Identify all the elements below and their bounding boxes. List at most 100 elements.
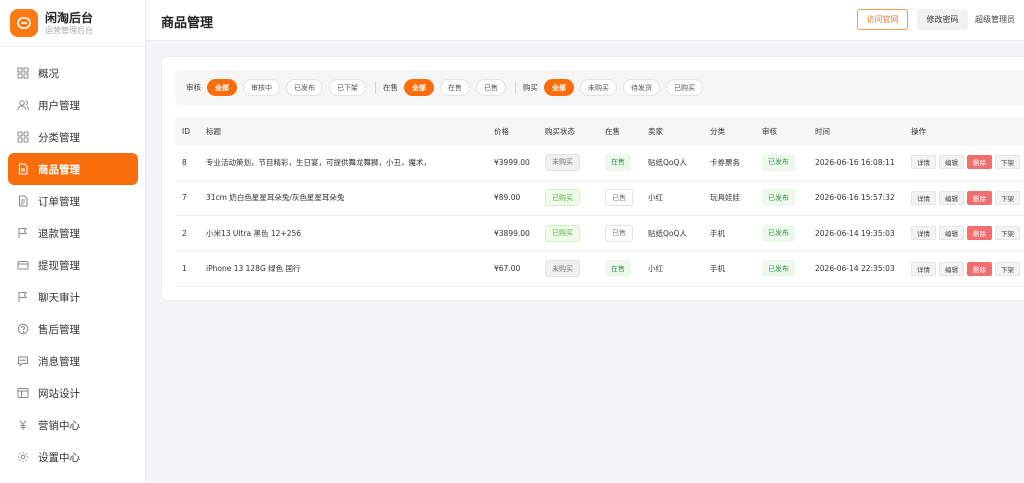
sidebar-item[interactable]: 售后管理 xyxy=(0,313,146,345)
edit-button[interactable]: 编辑 xyxy=(939,155,964,170)
sidebar-item-label: 聊天审计 xyxy=(38,291,80,304)
purchase-status-badge: 已购买 xyxy=(545,224,580,242)
sidebar-item-label: 订单管理 xyxy=(38,195,80,208)
audit-filter-option[interactable]: 已下架 xyxy=(329,79,366,96)
user-role[interactable]: 超级管理员 xyxy=(975,14,1015,25)
sidebar-item[interactable]: 退款管理 xyxy=(0,217,146,249)
offline-button[interactable]: 下架 xyxy=(995,261,1020,276)
offline-button[interactable]: 下架 xyxy=(995,155,1020,170)
row-category: 手机 xyxy=(710,264,725,274)
row-id: 7 xyxy=(182,193,187,203)
sidebar-item-label: 分类管理 xyxy=(38,131,80,144)
purchase-filter-option[interactable]: 已购买 xyxy=(666,79,703,96)
wallet-icon xyxy=(17,259,29,271)
detail-button[interactable]: 详情 xyxy=(911,261,936,276)
row-title: 小米13 Ultra 黑色 12+256 xyxy=(206,228,302,238)
sidebar-item[interactable]: 提现管理 xyxy=(0,249,146,281)
sidebar-item[interactable]: 概况 xyxy=(0,57,146,89)
category-icon xyxy=(17,131,29,143)
edit-button[interactable]: 编辑 xyxy=(939,190,964,205)
table-header: ID 标题 价格 购买状态 在售 卖家 分类 审核 时间 操作 xyxy=(175,117,1024,145)
column-header: 时间 xyxy=(815,126,830,136)
grid-icon xyxy=(17,67,29,79)
stock-status-badge: 已售 xyxy=(605,224,633,242)
stock-filter-option[interactable]: 在售 xyxy=(440,79,470,96)
sidebar: 闲淘后台 运营管理后台 概况用户管理分类管理商品管理订单管理退款管理提现管理聊天… xyxy=(0,0,146,483)
row-time: 2026-06-16 15:57:32 xyxy=(815,193,895,203)
content-card: 审核 全部 审核中 已发布 已下架 在售 全部 在售 已售 购买 全部 未购买 … xyxy=(161,56,1024,301)
audit-status-badge: 已发布 xyxy=(762,153,795,171)
delete-button[interactable]: 删除 xyxy=(967,226,992,241)
sidebar-item-label: 售后管理 xyxy=(38,323,80,336)
sidebar-item[interactable]: 分类管理 xyxy=(0,121,146,153)
row-id: 8 xyxy=(182,157,187,167)
column-header: ID xyxy=(182,126,190,136)
offline-button[interactable]: 下架 xyxy=(995,226,1020,241)
delete-button[interactable]: 删除 xyxy=(967,155,992,170)
sidebar-item[interactable]: 商品管理 xyxy=(8,153,138,185)
purchase-filter-label: 购买 xyxy=(523,83,538,92)
gear-icon xyxy=(17,451,29,463)
brand-logo xyxy=(10,9,38,37)
row-title: 专业活动策划，节目精彩，生日宴，可提供舞龙舞狮，小丑，魔术， xyxy=(206,157,431,167)
support-icon xyxy=(17,323,29,335)
sidebar-item-label: 概况 xyxy=(38,67,59,80)
stock-status-badge: 在售 xyxy=(605,260,631,278)
change-password-button[interactable]: 修改密码 xyxy=(917,9,968,30)
sidebar-item[interactable]: 营销中心 xyxy=(0,409,146,441)
visit-site-button[interactable]: 访问官网 xyxy=(857,9,908,30)
stock-filter-option[interactable]: 全部 xyxy=(404,79,434,96)
layout-icon xyxy=(17,387,29,399)
purchase-filter-option[interactable]: 未购买 xyxy=(580,79,617,96)
stock-filter-label: 在售 xyxy=(383,83,398,92)
column-header: 购买状态 xyxy=(545,126,575,136)
sidebar-item[interactable]: 用户管理 xyxy=(0,89,146,121)
row-title: iPhone 13 128G 绿色 国行 xyxy=(206,264,301,274)
row-title: 31cm 奶白色星星耳朵兔/灰色星星耳朵兔 xyxy=(206,193,345,203)
sidebar-item[interactable]: 网站设计 xyxy=(0,377,146,409)
audit-filter-option[interactable]: 全部 xyxy=(207,79,237,96)
stock-status-badge: 已售 xyxy=(605,189,633,207)
delete-button[interactable]: 删除 xyxy=(967,190,992,205)
stock-status-badge: 在售 xyxy=(605,153,631,171)
order-icon xyxy=(17,195,29,207)
sidebar-nav: 概况用户管理分类管理商品管理订单管理退款管理提现管理聊天审计售后管理消息管理 网站… xyxy=(0,57,146,473)
row-time: 2026-06-14 19:35:03 xyxy=(815,228,895,238)
row-seller: 贴纸QoQ人 xyxy=(648,228,687,238)
audit-filter-option[interactable]: 已发布 xyxy=(286,79,323,96)
delete-button[interactable]: 删除 xyxy=(967,261,992,276)
sidebar-item-label: 商品管理 xyxy=(38,163,80,176)
purchase-filter-option[interactable]: 全部 xyxy=(544,79,574,96)
sidebar-item[interactable]: 聊天审计 xyxy=(0,281,146,313)
flag-icon xyxy=(17,291,29,303)
row-price: ¥89.00 xyxy=(494,193,521,203)
sidebar-item[interactable]: 设置中心 xyxy=(0,441,146,473)
sidebar-item-label: 设置中心 xyxy=(38,451,80,464)
row-id: 2 xyxy=(182,228,187,238)
brand[interactable]: 闲淘后台 运营管理后台 xyxy=(0,0,145,47)
edit-button[interactable]: 编辑 xyxy=(939,261,964,276)
page-title: 商品管理 xyxy=(161,16,214,31)
sidebar-item[interactable]: 消息管理 xyxy=(0,345,146,377)
detail-button[interactable]: 详情 xyxy=(911,226,936,241)
edit-button[interactable]: 编辑 xyxy=(939,226,964,241)
row-category: 手机 xyxy=(710,228,725,238)
purchase-filter-option[interactable]: 待发货 xyxy=(623,79,660,96)
sidebar-item-label: 营销中心 xyxy=(38,419,80,432)
row-seller: 小红 xyxy=(648,193,663,203)
product-table: ID 标题 价格 购买状态 在售 卖家 分类 审核 时间 操作 8 专业活动策划，… xyxy=(175,117,1024,287)
offline-button[interactable]: 下架 xyxy=(995,190,1020,205)
sidebar-item[interactable]: 订单管理 xyxy=(0,185,146,217)
stock-filter-option[interactable]: 已售 xyxy=(476,79,506,96)
table-row: 2 小米13 Ultra 黑色 12+256 ¥3899.00 已购买 已售 贴纸QoQ人… xyxy=(175,216,1024,252)
sidebar-item-label: 退款管理 xyxy=(38,227,80,240)
column-header: 在售 xyxy=(605,126,620,136)
detail-button[interactable]: 详情 xyxy=(911,190,936,205)
row-time: 2026-06-16 16:08:11 xyxy=(815,157,895,167)
detail-button[interactable]: 详情 xyxy=(911,155,936,170)
audit-status-badge: 已发布 xyxy=(762,260,795,278)
table-row: 8 专业活动策划，节目精彩，生日宴，可提供舞龙舞狮，小丑，魔术， ¥3999.00 未… xyxy=(175,145,1024,181)
row-price: ¥3999.00 xyxy=(494,157,530,167)
audit-status-badge: 已发布 xyxy=(762,189,795,207)
audit-filter-option[interactable]: 审核中 xyxy=(243,79,280,96)
